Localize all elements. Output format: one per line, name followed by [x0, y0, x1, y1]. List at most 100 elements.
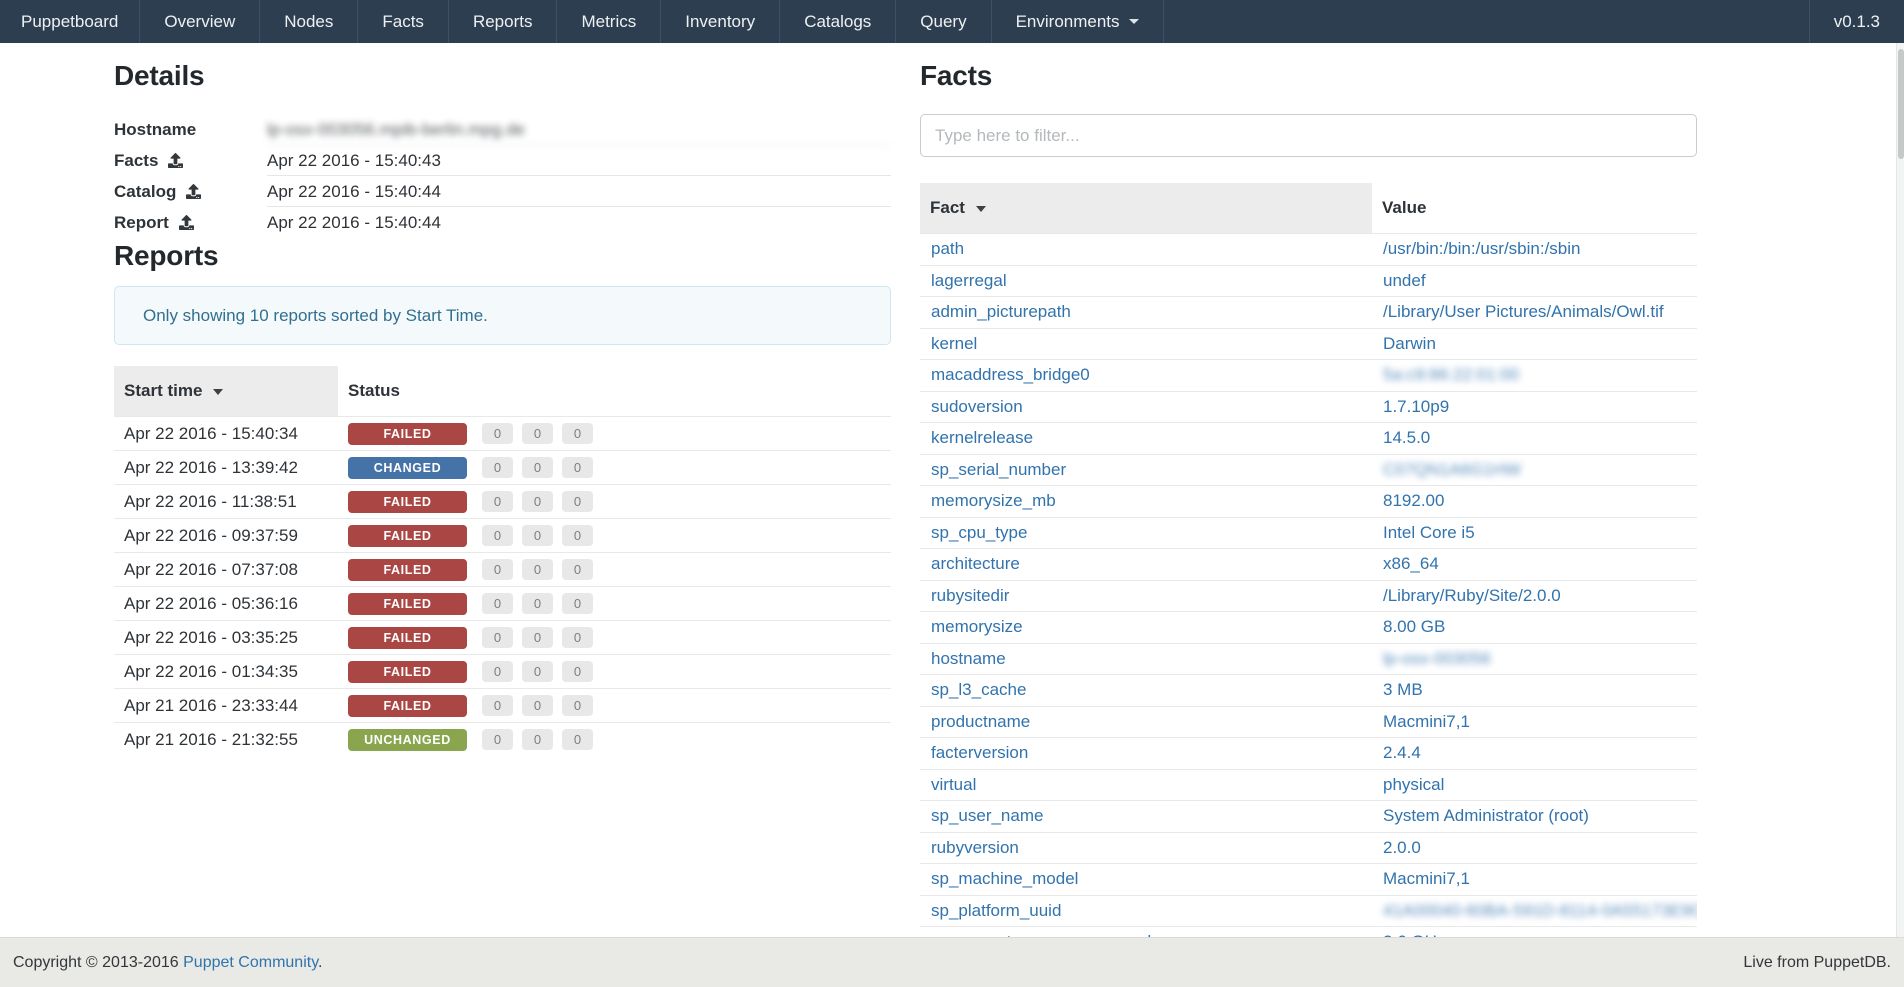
fact-name-link[interactable]: sp_user_name — [931, 806, 1043, 825]
details-label: Facts — [114, 145, 267, 176]
status-badge-failed[interactable]: FAILED — [348, 695, 467, 717]
nav-item-environments[interactable]: Environments — [992, 0, 1164, 43]
status-badge-failed[interactable]: FAILED — [348, 491, 467, 513]
count-badge: 0 — [482, 559, 513, 580]
fact-value-link[interactable]: Intel Core i5 — [1383, 523, 1475, 542]
report-row: Apr 21 2016 - 23:33:44FAILED000 — [114, 689, 891, 723]
fact-value-link[interactable]: physical — [1383, 775, 1444, 794]
scrollbar-thumb[interactable] — [1898, 49, 1904, 159]
status-badge-failed[interactable]: FAILED — [348, 593, 467, 615]
fact-name-cell: kernelrelease — [920, 423, 1372, 455]
fact-name-link[interactable]: sp_l3_cache — [931, 680, 1026, 699]
status-badge-failed[interactable]: FAILED — [348, 661, 467, 683]
nav-item-nodes[interactable]: Nodes — [260, 0, 358, 43]
fact-value-link[interactable]: Macmini7,1 — [1383, 712, 1470, 731]
nav-item-metrics[interactable]: Metrics — [557, 0, 661, 43]
status-badge-failed[interactable]: FAILED — [348, 423, 467, 445]
nav-item-inventory[interactable]: Inventory — [661, 0, 780, 43]
fact-name-link[interactable]: macaddress_bridge0 — [931, 365, 1090, 384]
fact-value-link[interactable]: 5a:c9:86:22:01:00 — [1383, 365, 1519, 384]
column-header-fact[interactable]: Fact — [920, 183, 1372, 234]
fact-value-link[interactable]: 8192.00 — [1383, 491, 1444, 510]
fact-name-link[interactable]: memorysize — [931, 617, 1023, 636]
fact-name-link[interactable]: sp_platform_uuid — [931, 901, 1061, 920]
count-badge: 0 — [522, 491, 553, 512]
brand-puppetboard[interactable]: Puppetboard — [0, 0, 140, 43]
fact-value-link[interactable]: /usr/bin:/bin:/usr/sbin:/sbin — [1383, 239, 1580, 258]
fact-name-link[interactable]: rubysitedir — [931, 586, 1009, 605]
fact-value-link[interactable]: C07QN1A6G1HW — [1383, 460, 1521, 479]
fact-name-link[interactable]: hostname — [931, 649, 1006, 668]
fact-name-link[interactable]: path — [931, 239, 964, 258]
nav-item-query[interactable]: Query — [896, 0, 991, 43]
fact-name-link[interactable]: rubyversion — [931, 838, 1019, 857]
fact-name-link[interactable]: sudoversion — [931, 397, 1023, 416]
nav-item-overview[interactable]: Overview — [140, 0, 260, 43]
fact-name-link[interactable]: memorysize_mb — [931, 491, 1056, 510]
fact-row: path/usr/bin:/bin:/usr/sbin:/sbin — [920, 234, 1697, 266]
status-badge-unchanged[interactable]: UNCHANGED — [348, 729, 467, 751]
fact-value-link[interactable]: Macmini7,1 — [1383, 869, 1470, 888]
fact-value-link[interactable]: 41A00040-60BA-591D-8114-0A55173E9CB2 — [1383, 901, 1697, 920]
fact-name-cell: virtual — [920, 769, 1372, 801]
count-badge: 0 — [482, 729, 513, 750]
upload-icon[interactable] — [179, 215, 194, 230]
fact-name-link[interactable]: kernelrelease — [931, 428, 1033, 447]
fact-name-link[interactable]: facterversion — [931, 743, 1028, 762]
status-badge-failed[interactable]: FAILED — [348, 525, 467, 547]
fact-value-link[interactable]: 2.0.0 — [1383, 838, 1421, 857]
fact-row: hostname lp-osx-003056 — [920, 643, 1697, 675]
fact-value-link[interactable]: 14.5.0 — [1383, 428, 1430, 447]
fact-value-link[interactable]: 2.4.4 — [1383, 743, 1421, 762]
fact-name-link[interactable]: kernel — [931, 334, 977, 353]
fact-name-cell: productname — [920, 706, 1372, 738]
status-badge-failed[interactable]: FAILED — [348, 559, 467, 581]
facts-filter-input[interactable] — [920, 114, 1697, 157]
fact-name-link[interactable]: sp_cpu_type — [931, 523, 1027, 542]
fact-name-link[interactable]: lagerregal — [931, 271, 1007, 290]
fact-row: productname Macmini7,1 — [920, 706, 1697, 738]
upload-icon[interactable] — [186, 184, 201, 199]
column-header-status[interactable]: Status — [338, 366, 891, 417]
fact-name-link[interactable]: admin_picturepath — [931, 302, 1071, 321]
scrollbar-track[interactable] — [1896, 43, 1904, 937]
fact-value-link[interactable]: Darwin — [1383, 334, 1436, 353]
fact-name-link[interactable]: sp_machine_model — [931, 869, 1078, 888]
nav-item-facts[interactable]: Facts — [358, 0, 449, 43]
fact-name-link[interactable]: productname — [931, 712, 1030, 731]
fact-value-cell: /Library/User Pictures/Animals/Owl.tif — [1372, 297, 1697, 329]
fact-value-link[interactable]: 3 MB — [1383, 680, 1423, 699]
fact-value-link[interactable]: x86_64 — [1383, 554, 1439, 573]
fact-value-link[interactable]: /Library/Ruby/Site/2.0.0 — [1383, 586, 1561, 605]
status-badge-changed[interactable]: CHANGED — [348, 457, 467, 479]
column-header-start-time[interactable]: Start time — [114, 366, 338, 417]
fact-name-link[interactable]: architecture — [931, 554, 1020, 573]
facts-table-header: Fact Value — [920, 183, 1697, 234]
fact-name-cell: memorysize_mb — [920, 486, 1372, 518]
count-badge: 0 — [522, 729, 553, 750]
details-value: lp-osx-003056.mpib-berlin.mpg.de — [267, 114, 891, 145]
fact-value-link[interactable]: 8.00 GB — [1383, 617, 1445, 636]
fact-value-cell: C07QN1A6G1HW — [1372, 454, 1697, 486]
fact-value-link[interactable]: lp-osx-003056 — [1383, 649, 1491, 668]
report-row: Apr 22 2016 - 05:36:16FAILED000 — [114, 587, 891, 621]
fact-value-link[interactable]: /Library/User Pictures/Animals/Owl.tif — [1383, 302, 1664, 321]
reports-table-header: Start time Status — [114, 366, 891, 417]
fact-value-link[interactable]: undef — [1383, 271, 1426, 290]
details-value: Apr 22 2016 - 15:40:44 — [267, 176, 891, 207]
nav-item-catalogs[interactable]: Catalogs — [780, 0, 896, 43]
count-badge: 0 — [522, 661, 553, 682]
puppet-community-link[interactable]: Puppet Community — [183, 954, 318, 971]
upload-icon[interactable] — [168, 153, 183, 168]
fact-row: lagerregal undef — [920, 265, 1697, 297]
fact-name-link[interactable]: virtual — [931, 775, 976, 794]
count-badge: 0 — [482, 457, 513, 478]
nav-item-reports[interactable]: Reports — [449, 0, 558, 43]
fact-name-cell: sudoversion — [920, 391, 1372, 423]
fact-value-link[interactable]: System Administrator (root) — [1383, 806, 1589, 825]
column-header-value[interactable]: Value — [1372, 183, 1697, 234]
fact-name-cell: lagerregal — [920, 265, 1372, 297]
fact-name-link[interactable]: sp_serial_number — [931, 460, 1066, 479]
fact-value-link[interactable]: 1.7.10p9 — [1383, 397, 1449, 416]
status-badge-failed[interactable]: FAILED — [348, 627, 467, 649]
